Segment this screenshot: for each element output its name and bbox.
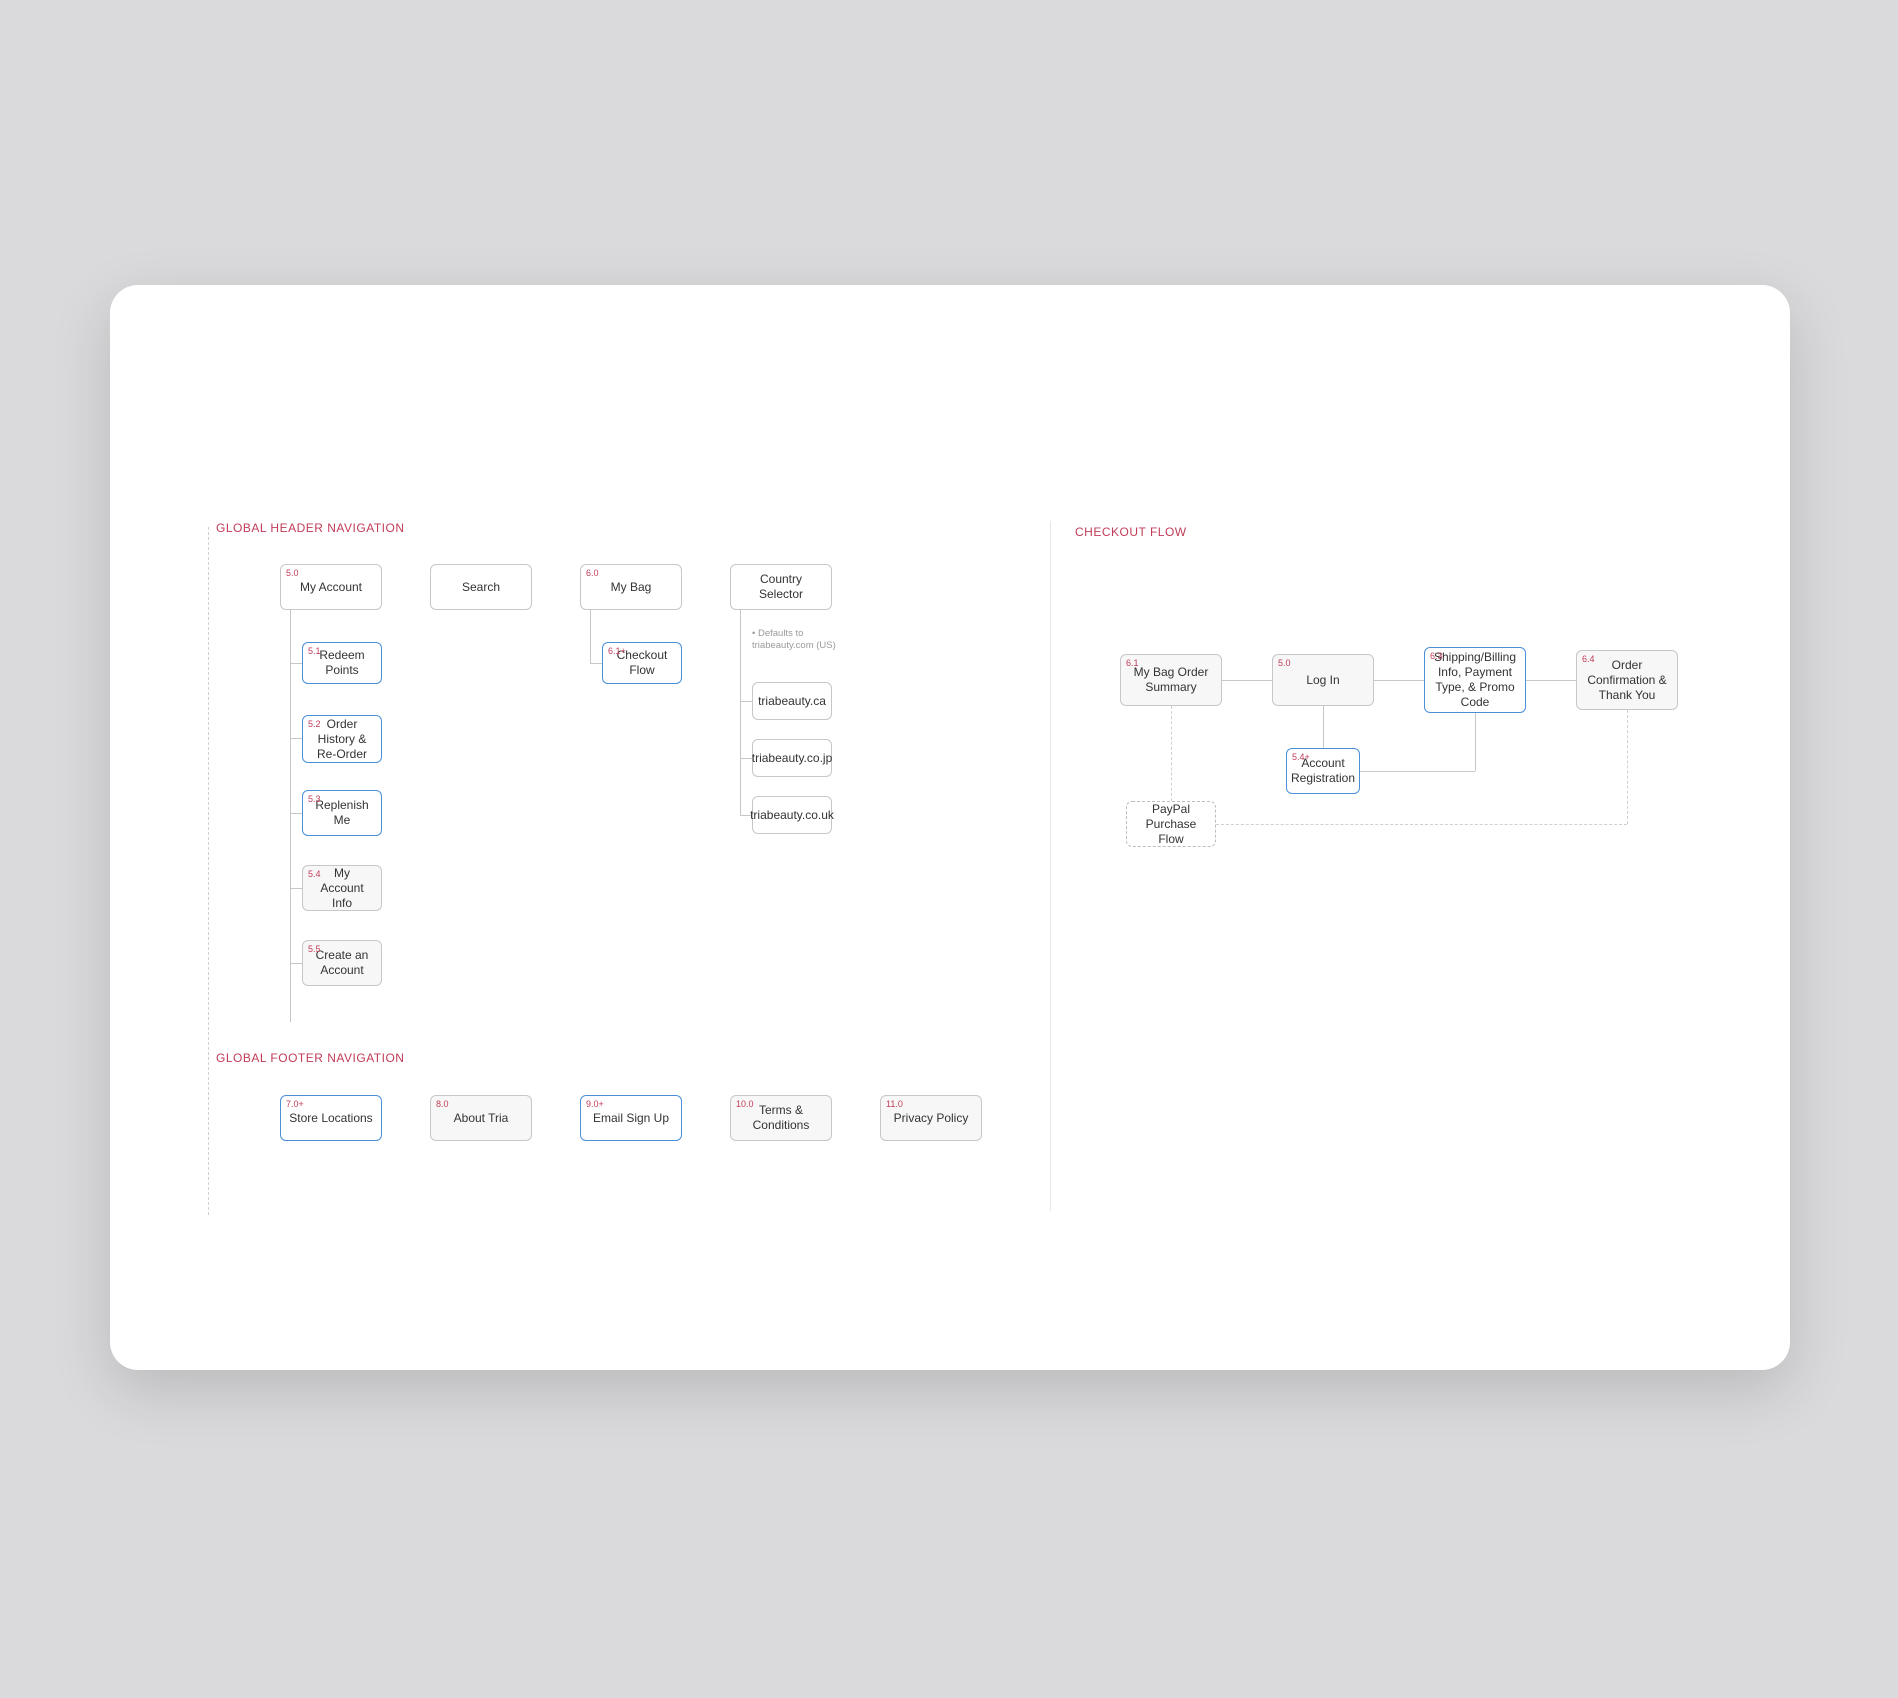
node-label: Country Selector <box>739 572 823 602</box>
section-footer-nav: GLOBAL FOOTER NAVIGATION <box>216 1051 404 1065</box>
node-number: 5.4 <box>308 869 321 879</box>
node-number: 6.1 <box>1126 658 1139 668</box>
node-label: Search <box>462 580 500 595</box>
connector-dashed <box>1171 706 1172 801</box>
node-label: Shipping/Billing Info, Payment Type, & P… <box>1433 650 1517 710</box>
connector <box>740 610 741 816</box>
node-country-selector: Country Selector <box>730 564 832 610</box>
section-checkout: CHECKOUT FLOW <box>1075 525 1187 539</box>
node-replenish-me: 5.3 Replenish Me <box>302 790 382 836</box>
connector <box>740 701 752 702</box>
node-label: Email Sign Up <box>593 1111 669 1126</box>
node-order-summary: 6.1 My Bag Order Summary <box>1120 654 1222 706</box>
node-label: triabeauty.co.uk <box>750 808 834 823</box>
connector <box>290 813 302 814</box>
country-note: • Defaults to triabeauty.com (US) <box>752 628 862 653</box>
section-header-nav: GLOBAL HEADER NAVIGATION <box>216 521 404 535</box>
connector-dashed <box>1627 710 1628 824</box>
node-label: Store Locations <box>289 1111 372 1126</box>
connector <box>1374 680 1424 681</box>
connector <box>1475 713 1476 771</box>
node-order-history: 5.2 Order History & Re-Order <box>302 715 382 763</box>
node-label: My Bag Order Summary <box>1129 665 1213 695</box>
node-my-account-info: 5.4 My Account Info <box>302 865 382 911</box>
node-number: 10.0 <box>736 1099 754 1109</box>
node-label: triabeauty.ca <box>758 694 826 709</box>
node-privacy: 11.0 Privacy Policy <box>880 1095 982 1141</box>
node-shipping-billing: 6.3 Shipping/Billing Info, Payment Type,… <box>1424 647 1526 713</box>
node-number: 9.0+ <box>586 1099 604 1109</box>
node-number: 5.3 <box>308 794 321 804</box>
node-number: 5.4+ <box>1292 752 1310 762</box>
connector <box>1526 680 1576 681</box>
node-label: PayPal Purchase Flow <box>1135 802 1207 847</box>
node-paypal: PayPal Purchase Flow <box>1126 801 1216 847</box>
node-number: 5.5 <box>308 944 321 954</box>
node-label: My Bag <box>611 580 652 595</box>
node-my-bag: 6.0 My Bag <box>580 564 682 610</box>
node-number: 11.0 <box>886 1099 903 1109</box>
node-label: My Account <box>300 580 362 595</box>
connector <box>590 663 602 664</box>
node-create-account: 5.5 Create an Account <box>302 940 382 986</box>
node-label: Privacy Policy <box>894 1111 969 1126</box>
connector <box>290 738 302 739</box>
node-email-signup: 9.0+ Email Sign Up <box>580 1095 682 1141</box>
connector-dashed <box>1216 824 1627 825</box>
node-country-uk: triabeauty.co.uk <box>752 796 832 834</box>
connector <box>590 610 591 663</box>
connector <box>290 610 291 1022</box>
node-about-tria: 8.0 About Tria <box>430 1095 532 1141</box>
guide-line <box>208 527 209 1215</box>
node-number: 8.0 <box>436 1099 449 1109</box>
connector <box>290 963 302 964</box>
connector <box>290 663 302 664</box>
connector <box>1360 771 1475 772</box>
connector <box>1222 680 1272 681</box>
node-number: 5.2 <box>308 719 321 729</box>
node-label: About Tria <box>454 1111 509 1126</box>
node-store-locations: 7.0+ Store Locations <box>280 1095 382 1141</box>
node-label: triabeauty.co.jp <box>752 751 833 766</box>
node-account-registration: 5.4+ Account Registration <box>1286 748 1360 794</box>
connector <box>1323 706 1324 748</box>
node-order-confirmation: 6.4 Order Confirmation & Thank You <box>1576 650 1678 710</box>
connector <box>290 888 302 889</box>
connector <box>740 758 752 759</box>
node-number: 6.0 <box>586 568 599 578</box>
node-login: 5.0 Log In <box>1272 654 1374 706</box>
node-number: 6.4 <box>1582 654 1595 664</box>
node-country-ca: triabeauty.ca <box>752 682 832 720</box>
node-country-jp: triabeauty.co.jp <box>752 739 832 777</box>
node-label: Log In <box>1306 673 1339 688</box>
node-search: Search <box>430 564 532 610</box>
node-redeem-points: 5.1 Redeem Points <box>302 642 382 684</box>
node-label: Order Confirmation & Thank You <box>1585 658 1669 703</box>
diagram-card: GLOBAL HEADER NAVIGATION 5.0 My Account … <box>110 285 1790 1370</box>
node-number: 5.0 <box>1278 658 1291 668</box>
node-number: 6.3 <box>1430 651 1443 661</box>
node-number: 6.1+ <box>608 646 626 656</box>
node-number: 5.1 <box>308 646 321 656</box>
node-number: 7.0+ <box>286 1099 304 1109</box>
node-my-account: 5.0 My Account <box>280 564 382 610</box>
node-terms: 10.0 Terms & Conditions <box>730 1095 832 1141</box>
section-divider <box>1050 521 1051 1211</box>
node-number: 5.0 <box>286 568 299 578</box>
node-checkout-flow-child: 6.1+ Checkout Flow <box>602 642 682 684</box>
